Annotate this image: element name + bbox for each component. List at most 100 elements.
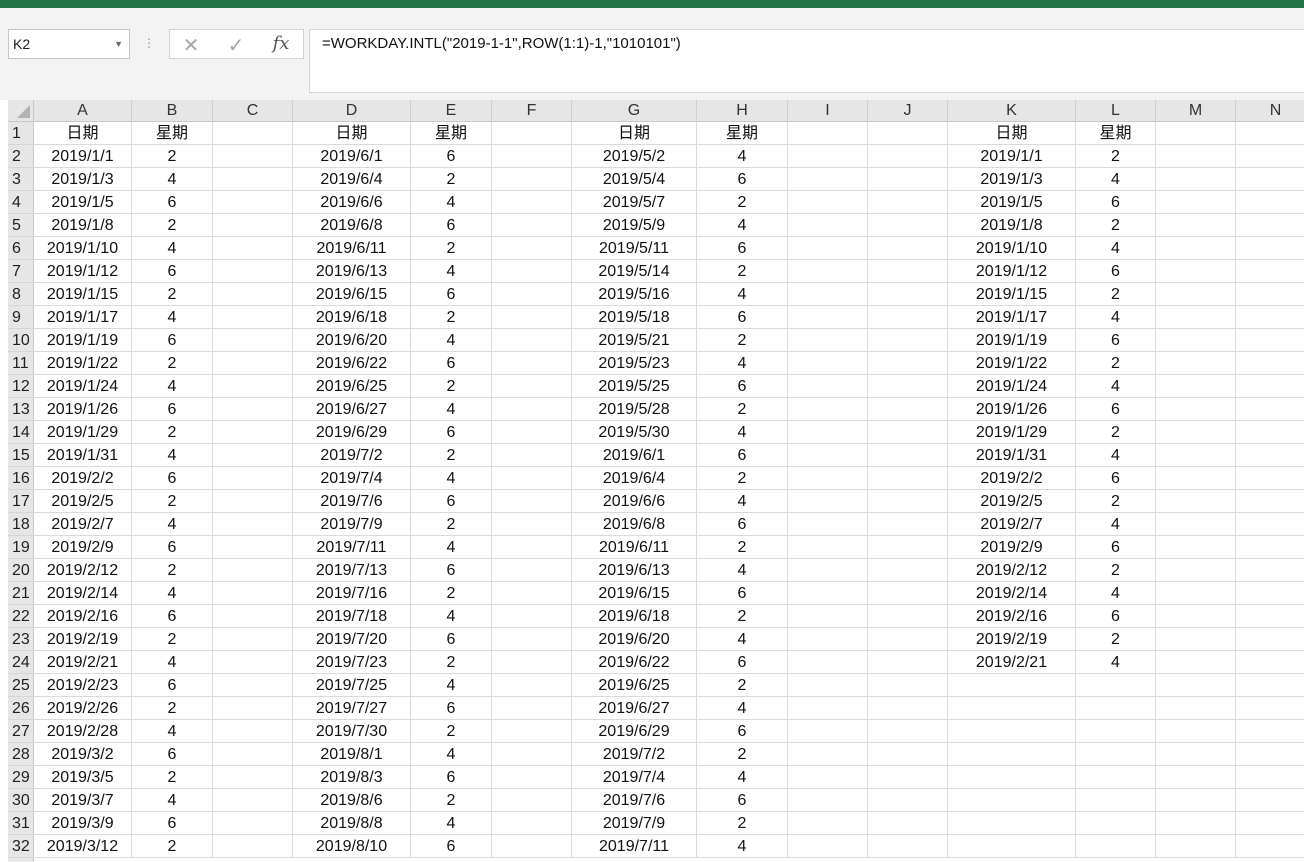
cell-j13[interactable] [868,398,948,421]
cell-b20[interactable]: 2 [132,559,213,582]
cell-a30[interactable]: 2019/3/7 [34,789,132,812]
row-header[interactable]: 19 [8,536,34,559]
row-header[interactable]: 28 [8,743,34,766]
cell-n9[interactable] [1236,306,1304,329]
cell-i24[interactable] [788,651,868,674]
cell-i13[interactable] [788,398,868,421]
cell-h12[interactable]: 6 [697,375,788,398]
cell-m19[interactable] [1156,536,1236,559]
cell-j8[interactable] [868,283,948,306]
cell-k27[interactable] [948,720,1076,743]
cell-n6[interactable] [1236,237,1304,260]
cell-e26[interactable]: 6 [411,697,492,720]
cell-m31[interactable] [1156,812,1236,835]
cell-b16[interactable]: 6 [132,467,213,490]
cell-m1[interactable] [1156,122,1236,145]
cell-g31[interactable]: 2019/7/9 [572,812,697,835]
cell-c32[interactable] [213,835,293,858]
cell-m13[interactable] [1156,398,1236,421]
row-header[interactable]: 9 [8,306,34,329]
cell-b19[interactable]: 6 [132,536,213,559]
cell-g2[interactable]: 2019/5/2 [572,145,697,168]
cell-c22[interactable] [213,605,293,628]
cell-d31[interactable]: 2019/8/8 [293,812,411,835]
cell-f1[interactable] [492,122,572,145]
cell-h2[interactable]: 4 [697,145,788,168]
cell-j7[interactable] [868,260,948,283]
cell-f3[interactable] [492,168,572,191]
row-header[interactable]: 30 [8,789,34,812]
grip-dots-icon[interactable]: · · · [144,31,154,53]
cell-g32[interactable]: 2019/7/11 [572,835,697,858]
cell-n25[interactable] [1236,674,1304,697]
cell-m9[interactable] [1156,306,1236,329]
cell-m6[interactable] [1156,237,1236,260]
cell-d14[interactable]: 2019/6/29 [293,421,411,444]
cell-n14[interactable] [1236,421,1304,444]
cell-a21[interactable]: 2019/2/14 [34,582,132,605]
row-header[interactable]: 12 [8,375,34,398]
cell-h17[interactable]: 4 [697,490,788,513]
cell-l23[interactable]: 2 [1076,628,1156,651]
cell-h11[interactable]: 4 [697,352,788,375]
cell-g29[interactable]: 2019/7/4 [572,766,697,789]
cell-l21[interactable]: 4 [1076,582,1156,605]
cell-b10[interactable]: 6 [132,329,213,352]
cell-a24[interactable]: 2019/2/21 [34,651,132,674]
cell-e29[interactable]: 6 [411,766,492,789]
cell-c8[interactable] [213,283,293,306]
cell-j27[interactable] [868,720,948,743]
cell-g18[interactable]: 2019/6/8 [572,513,697,536]
cell-f6[interactable] [492,237,572,260]
cell-n31[interactable] [1236,812,1304,835]
row-header[interactable]: 25 [8,674,34,697]
cell-i27[interactable] [788,720,868,743]
cell-m5[interactable] [1156,214,1236,237]
cell-d32[interactable]: 2019/8/10 [293,835,411,858]
cell-e5[interactable]: 6 [411,214,492,237]
cell-g4[interactable]: 2019/5/7 [572,191,697,214]
cell-g14[interactable]: 2019/5/30 [572,421,697,444]
cell-c31[interactable] [213,812,293,835]
cell-d17[interactable]: 2019/7/6 [293,490,411,513]
cell-j16[interactable] [868,467,948,490]
cell-l8[interactable]: 2 [1076,283,1156,306]
cell-i26[interactable] [788,697,868,720]
cell-g7[interactable]: 2019/5/14 [572,260,697,283]
cell-a9[interactable]: 2019/1/17 [34,306,132,329]
cell-g5[interactable]: 2019/5/9 [572,214,697,237]
cell-d30[interactable]: 2019/8/6 [293,789,411,812]
row-header[interactable]: 23 [8,628,34,651]
cell-k18[interactable]: 2019/2/7 [948,513,1076,536]
cell-m30[interactable] [1156,789,1236,812]
cell-c5[interactable] [213,214,293,237]
row-header[interactable]: 11 [8,352,34,375]
cell-e11[interactable]: 6 [411,352,492,375]
cell-l10[interactable]: 6 [1076,329,1156,352]
cell-g9[interactable]: 2019/5/18 [572,306,697,329]
cell-n3[interactable] [1236,168,1304,191]
cell-l20[interactable]: 2 [1076,559,1156,582]
cell-b4[interactable]: 6 [132,191,213,214]
cell-e20[interactable]: 6 [411,559,492,582]
cell-d1[interactable]: 日期 [293,122,411,145]
cell-e1[interactable]: 星期 [411,122,492,145]
cell-d5[interactable]: 2019/6/8 [293,214,411,237]
cell-d16[interactable]: 2019/7/4 [293,467,411,490]
cell-d24[interactable]: 2019/7/23 [293,651,411,674]
cell-l5[interactable]: 2 [1076,214,1156,237]
cell-g15[interactable]: 2019/6/1 [572,444,697,467]
cell-k22[interactable]: 2019/2/16 [948,605,1076,628]
row-header[interactable]: 5 [8,214,34,237]
cell-f7[interactable] [492,260,572,283]
cell-l9[interactable]: 4 [1076,306,1156,329]
cell-j30[interactable] [868,789,948,812]
cell-j15[interactable] [868,444,948,467]
cell-f29[interactable] [492,766,572,789]
cell-e30[interactable]: 2 [411,789,492,812]
cell-i12[interactable] [788,375,868,398]
cell-i30[interactable] [788,789,868,812]
cell-m17[interactable] [1156,490,1236,513]
cell-g25[interactable]: 2019/6/25 [572,674,697,697]
cell-k8[interactable]: 2019/1/15 [948,283,1076,306]
